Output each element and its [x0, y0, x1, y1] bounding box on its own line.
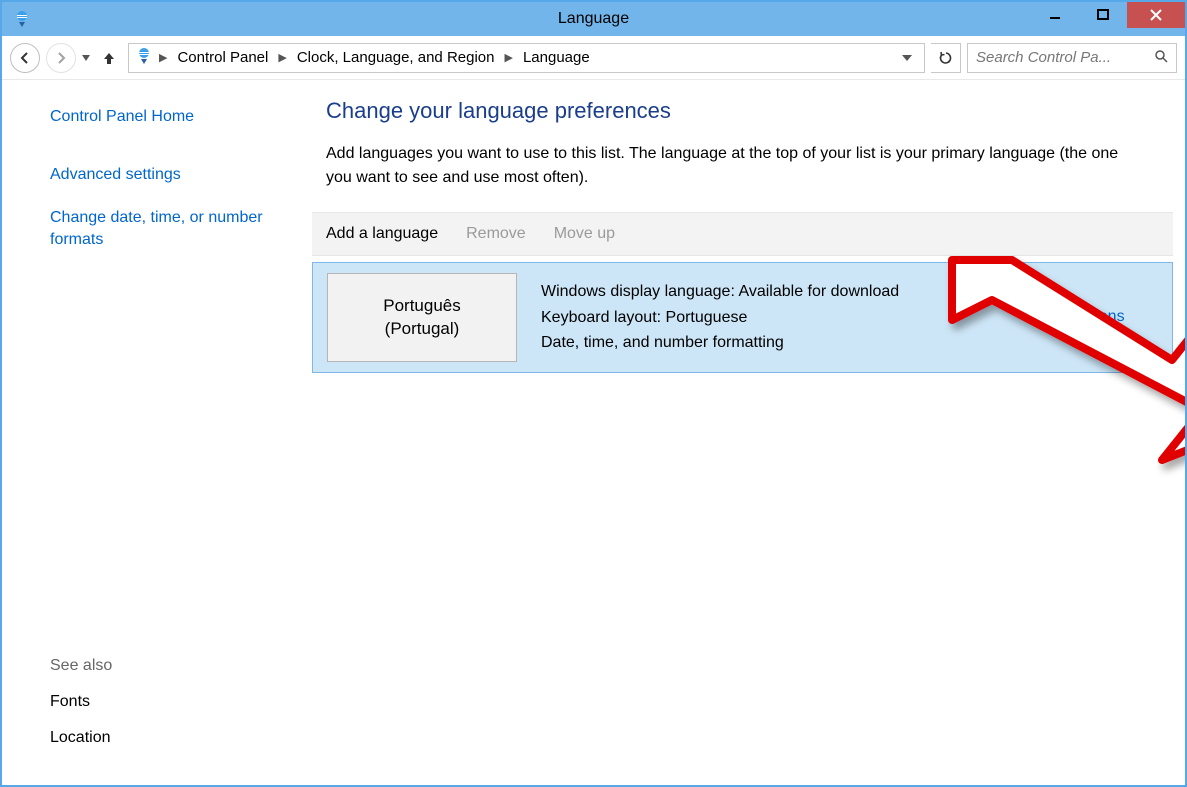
see-also-label: See also [50, 657, 288, 675]
search-placeholder: Search Control Pa... [976, 49, 1111, 66]
options-link[interactable]: Options [1069, 308, 1124, 326]
sidebar: Control Panel Home Advanced settings Cha… [2, 80, 312, 785]
chevron-right-icon[interactable]: ▶ [276, 51, 288, 64]
up-button[interactable] [96, 45, 122, 71]
language-info: Windows display language: Available for … [531, 263, 1022, 372]
navbar: ▶ Control Panel ▶ Clock, Language, and R… [2, 36, 1185, 80]
breadcrumb-clock-language-region[interactable]: Clock, Language, and Region [293, 47, 499, 68]
keyboard-layout-status: Keyboard layout: Portuguese [541, 305, 1012, 331]
history-dropdown-icon[interactable] [82, 53, 90, 63]
maximize-button[interactable] [1079, 2, 1127, 28]
window-controls [1031, 2, 1185, 30]
titlebar: Language [2, 2, 1185, 36]
sidebar-change-date-formats[interactable]: Change date, time, or number formats [50, 207, 288, 250]
page-description: Add languages you want to use to this li… [312, 142, 1132, 190]
language-row[interactable]: Português (Portugal) Windows display lan… [312, 262, 1173, 373]
see-also-fonts[interactable]: Fonts [50, 693, 288, 711]
refresh-button[interactable] [931, 43, 961, 73]
add-language-button[interactable]: Add a language [326, 225, 438, 243]
address-icon [135, 47, 153, 69]
language-options-cell: Options [1022, 263, 1172, 372]
body: Control Panel Home Advanced settings Cha… [2, 80, 1185, 785]
search-icon [1154, 49, 1168, 67]
move-up-button[interactable]: Move up [554, 225, 615, 243]
sidebar-home-link[interactable]: Control Panel Home [50, 106, 288, 128]
sidebar-advanced-settings[interactable]: Advanced settings [50, 164, 288, 186]
app-icon [12, 9, 32, 29]
chevron-right-icon[interactable]: ▶ [502, 51, 514, 64]
see-also-location[interactable]: Location [50, 729, 288, 747]
chevron-right-icon[interactable]: ▶ [157, 51, 169, 64]
window-title: Language [2, 10, 1185, 28]
breadcrumb-language[interactable]: Language [519, 47, 594, 68]
formatting-status: Date, time, and number formatting [541, 330, 1012, 356]
forward-button[interactable] [46, 43, 76, 73]
minimize-button[interactable] [1031, 2, 1079, 28]
back-button[interactable] [10, 43, 40, 73]
language-toolbar: Add a language Remove Move up [312, 212, 1173, 256]
display-language-status: Windows display language: Available for … [541, 279, 1012, 305]
main-panel: Change your language preferences Add lan… [312, 80, 1185, 785]
page-heading: Change your language preferences [312, 98, 1173, 124]
close-button[interactable] [1127, 2, 1185, 28]
language-tile[interactable]: Português (Portugal) [327, 273, 517, 362]
language-region: (Portugal) [385, 317, 460, 341]
address-dropdown-icon[interactable] [896, 52, 918, 64]
address-bar[interactable]: ▶ Control Panel ▶ Clock, Language, and R… [128, 43, 925, 73]
search-input[interactable]: Search Control Pa... [967, 43, 1177, 73]
window-frame: Language [0, 0, 1187, 787]
remove-button[interactable]: Remove [466, 225, 526, 243]
breadcrumb-control-panel[interactable]: Control Panel [173, 47, 272, 68]
language-name: Português [383, 294, 461, 318]
